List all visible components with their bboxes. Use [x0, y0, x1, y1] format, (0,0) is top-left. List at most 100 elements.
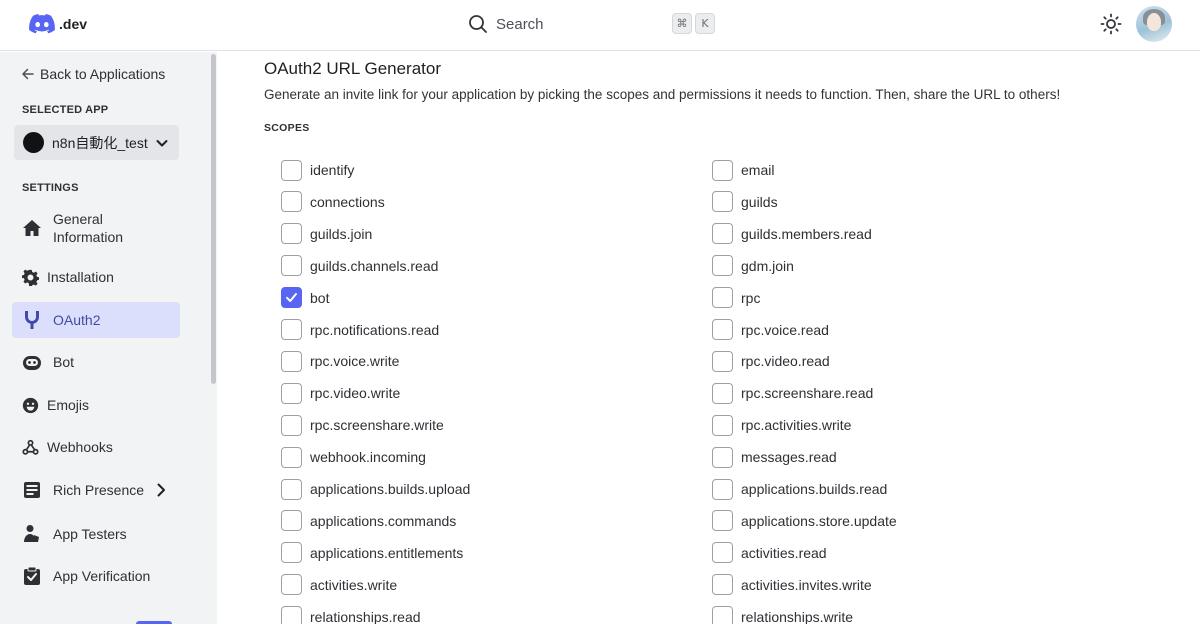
scope-option[interactable]: rpc.video.read [712, 350, 830, 372]
scope-option[interactable]: connections [281, 191, 385, 213]
scope-option[interactable]: guilds.channels.read [281, 255, 438, 277]
sidebar-item-app-verification[interactable]: App Verification [12, 558, 180, 594]
scope-checkbox[interactable] [281, 574, 302, 596]
scope-checkbox[interactable] [712, 319, 733, 340]
scope-option[interactable]: bot [281, 287, 329, 309]
scope-option[interactable]: rpc.video.write [281, 382, 400, 404]
scope-label: bot [310, 289, 330, 306]
scope-checkbox[interactable] [281, 510, 302, 532]
scope-checkbox[interactable] [281, 350, 302, 372]
sidebar-item-bot[interactable]: Bot [12, 344, 180, 380]
scope-checkbox[interactable] [712, 606, 733, 624]
scope-checkbox[interactable] [712, 159, 733, 181]
discord-dev-logo[interactable]: .dev [29, 14, 87, 34]
scope-option[interactable]: relationships.read [281, 606, 421, 624]
scope-option[interactable]: guilds [712, 191, 778, 213]
scope-checkbox[interactable] [281, 542, 302, 564]
scope-checkbox[interactable] [712, 478, 733, 500]
sidebar-item-label: Bot [53, 354, 75, 370]
scope-option[interactable]: rpc.screenshare.read [712, 382, 873, 404]
scope-option[interactable]: rpc.voice.read [712, 319, 829, 341]
scope-checkbox[interactable] [712, 574, 733, 596]
scope-option[interactable]: rpc.notifications.read [281, 319, 439, 341]
scope-option[interactable]: email [712, 159, 774, 181]
avatar[interactable] [1136, 6, 1172, 42]
sidebar-item-installation[interactable]: Installation [12, 259, 180, 295]
scope-checkbox[interactable] [281, 382, 302, 404]
scope-option[interactable]: webhook.incoming [281, 446, 426, 468]
scope-checkbox[interactable] [712, 542, 733, 564]
scope-label: webhook.incoming [310, 449, 426, 466]
scope-label: rpc.video.write [310, 385, 401, 402]
scope-label: identify [310, 162, 355, 178]
sidebar-item-rich-presence[interactable]: Rich Presence [12, 472, 180, 508]
scope-checkbox[interactable] [281, 446, 302, 468]
back-to-applications-link[interactable]: Back to Applications [22, 66, 165, 82]
scope-option[interactable]: rpc.screenshare.write [281, 414, 444, 436]
scope-checkbox[interactable] [281, 319, 302, 340]
search-bar[interactable]: Search [468, 12, 544, 36]
scope-label: applications.builds.upload [310, 481, 471, 497]
scope-option[interactable]: relationships.write [712, 606, 853, 624]
scope-checkbox[interactable] [281, 414, 302, 436]
scope-option[interactable]: gdm.join [712, 255, 794, 277]
scope-option[interactable]: applications.builds.upload [281, 478, 470, 500]
sidebar-item-emojis[interactable]: Emojis [12, 387, 180, 423]
scope-checkbox[interactable] [712, 223, 733, 245]
sidebar-item-general-information[interactable]: General Information [12, 207, 180, 249]
home-icon [21, 217, 43, 239]
scope-checkbox[interactable] [281, 223, 302, 245]
shortcut-key-cmd: ⌘ [672, 13, 692, 34]
sidebar-item-webhooks[interactable]: Webhooks [12, 429, 180, 465]
scope-checkbox[interactable] [281, 191, 302, 213]
scope-option[interactable]: activities.write [281, 574, 397, 596]
scope-checkbox[interactable] [712, 191, 733, 213]
scope-label: guilds.channels.read [310, 257, 439, 274]
scope-option[interactable]: activities.invites.write [712, 574, 872, 596]
sidebar-scrollbar[interactable] [210, 52, 217, 624]
scope-label: gdm.join [741, 257, 794, 274]
scope-checkbox[interactable] [281, 287, 302, 309]
scope-option[interactable]: messages.read [712, 446, 837, 468]
sidebar-item-label: App Testers [53, 526, 127, 542]
sidebar-item-label: Webhooks [47, 439, 113, 455]
scope-checkbox[interactable] [281, 255, 302, 277]
scope-option[interactable]: applications.builds.read [712, 478, 887, 500]
sidebar-item-app-testers[interactable]: App Testers [12, 516, 180, 552]
arrow-left-icon [22, 68, 34, 80]
scope-checkbox[interactable] [281, 478, 302, 500]
scope-checkbox[interactable] [712, 287, 733, 309]
scope-option[interactable]: guilds.members.read [712, 223, 872, 245]
scope-option[interactable]: rpc.activities.write [712, 414, 851, 436]
scope-checkbox[interactable] [712, 414, 733, 436]
scope-option[interactable]: applications.store.update [712, 510, 897, 532]
top-bar: .dev Search ⌘ K [0, 0, 1200, 51]
sidebar-item-oauth2[interactable]: OAuth2 [12, 302, 180, 338]
scope-checkbox[interactable] [712, 255, 733, 277]
scope-option[interactable]: activities.read [712, 542, 827, 564]
scope-checkbox[interactable] [281, 159, 302, 181]
rich-presence-icon [21, 479, 43, 501]
scope-label: guilds.join [310, 225, 373, 242]
scope-option[interactable]: guilds.join [281, 223, 372, 245]
scope-checkbox[interactable] [712, 382, 733, 404]
scope-checkbox[interactable] [712, 350, 733, 372]
settings-heading: SETTINGS [22, 182, 79, 194]
scope-option[interactable]: applications.commands [281, 510, 456, 532]
sidebar-item-label: OAuth2 [53, 312, 101, 328]
scope-label: applications.builds.read [741, 481, 888, 497]
sun-icon[interactable] [1100, 13, 1122, 35]
scroll-thumb[interactable] [211, 54, 216, 384]
scope-option[interactable]: rpc [712, 287, 760, 309]
scope-checkbox[interactable] [281, 606, 302, 624]
clipboard-check-icon [21, 565, 43, 587]
scope-checkbox[interactable] [712, 510, 733, 532]
scope-option[interactable]: identify [281, 159, 354, 181]
checkmark-icon [286, 293, 297, 303]
scope-option[interactable]: applications.entitlements [281, 542, 463, 564]
app-selector[interactable]: n8n自動化_test [14, 125, 179, 160]
scope-label: activities.invites.write [741, 576, 872, 593]
scopes-heading: SCOPES [264, 122, 310, 134]
scope-option[interactable]: rpc.voice.write [281, 350, 399, 372]
scope-checkbox[interactable] [712, 446, 733, 468]
